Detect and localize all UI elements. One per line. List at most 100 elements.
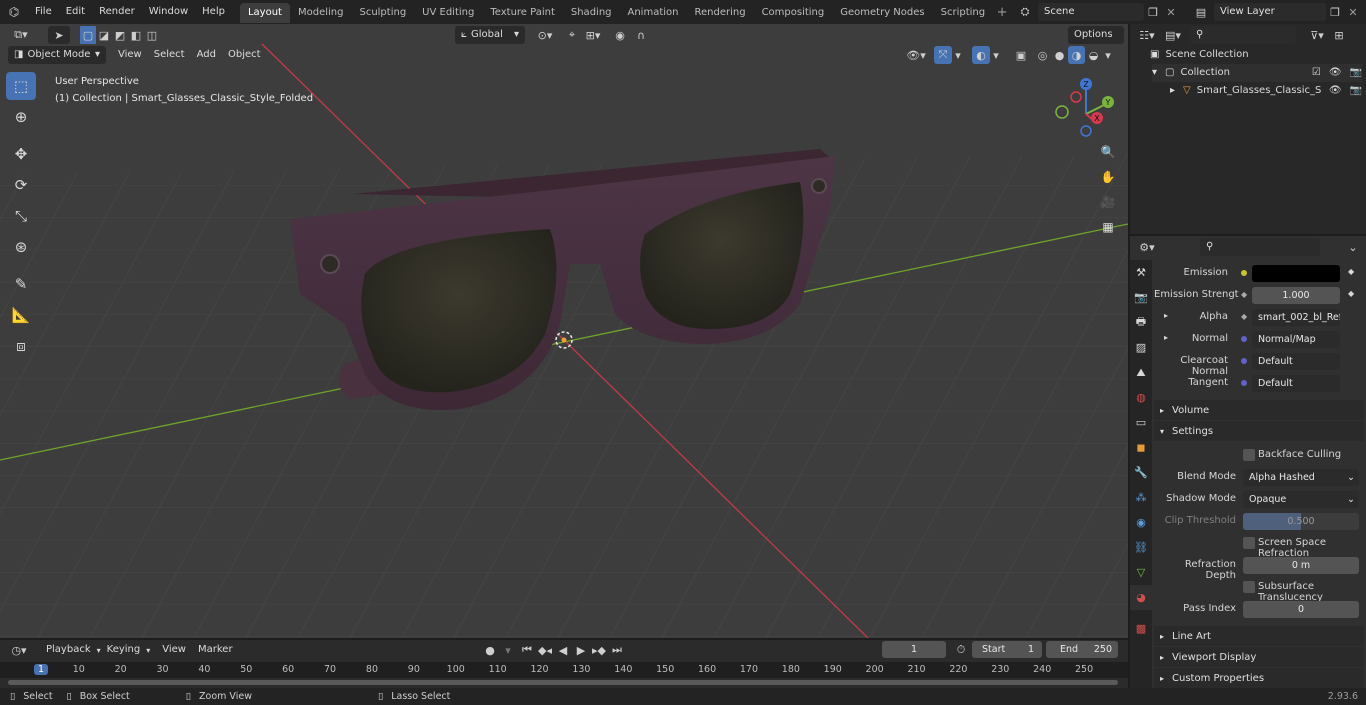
emission-strength-field[interactable]: 1.000 xyxy=(1252,287,1340,304)
subsurface-translucency-checkbox[interactable] xyxy=(1243,581,1255,593)
backface-culling-checkbox[interactable] xyxy=(1243,449,1255,461)
render-camera-icon[interactable]: 📷 xyxy=(1350,82,1362,100)
view-layer-tab-icon[interactable]: ▨ xyxy=(1130,335,1152,360)
menu-window[interactable]: Window xyxy=(142,0,195,24)
screen-space-refraction-checkbox[interactable] xyxy=(1243,537,1255,549)
cursor-tool-icon[interactable]: ⊕ xyxy=(6,103,36,131)
frame-ruler[interactable]: 1 10 20 30 40 50 60 70 80 90 100 110 120 130 140 150 160… xyxy=(0,662,1128,678)
mode-difference-icon[interactable]: ◧ xyxy=(128,26,144,44)
object-mode-dropdown[interactable]: ◨ Object Mode ▾ xyxy=(8,46,106,64)
constraints-tab-icon[interactable]: ⛓ xyxy=(1130,535,1152,560)
eye-icon[interactable]: 👁 xyxy=(1329,82,1342,100)
snap-target-icon[interactable]: ⊞▾ xyxy=(581,26,605,44)
overlay-toggle-icon[interactable]: ◐ xyxy=(972,46,990,64)
tab-geometry-nodes[interactable]: Geometry Nodes xyxy=(832,3,932,23)
solid-shading-icon[interactable]: ● xyxy=(1051,46,1068,64)
tool-tab-icon[interactable]: ⚒ xyxy=(1130,260,1152,285)
snap-icon[interactable]: ⌖ xyxy=(563,26,581,44)
outliner-search-input[interactable]: ⚲ xyxy=(1190,26,1296,44)
expand-chevron-icon[interactable]: ▾ xyxy=(1152,64,1157,82)
scene-copy-icon[interactable]: ❐ xyxy=(1144,3,1162,21)
settings-section-header[interactable]: ▾ Settings xyxy=(1154,421,1364,441)
tangent-field[interactable]: Default xyxy=(1252,375,1340,392)
wireframe-shading-icon[interactable]: ◎ xyxy=(1034,46,1051,64)
rendered-shading-icon[interactable]: ◒ xyxy=(1085,46,1102,64)
menu-help[interactable]: Help xyxy=(195,0,232,24)
custom-properties-section-header[interactable]: ▸ Custom Properties xyxy=(1154,668,1364,688)
emission-color-swatch[interactable] xyxy=(1252,265,1340,282)
outliner-row-object[interactable]: ▸ ▽ Smart_Glasses_Classic_S 👁 📷 xyxy=(1170,82,1362,100)
add-cube-tool-icon[interactable]: ⧈ xyxy=(6,332,36,360)
output-tab-icon[interactable]: 🖶 xyxy=(1130,310,1152,335)
material-shading-icon[interactable]: ◑ xyxy=(1068,46,1085,64)
scene-tab-icon[interactable]: ⛰ xyxy=(1130,360,1152,385)
viewport-menu-object[interactable]: Object xyxy=(222,46,267,64)
texture-tab-icon[interactable]: ▩ xyxy=(1130,616,1152,641)
volume-section-header[interactable]: ▸ Volume xyxy=(1154,400,1364,420)
scene-icon[interactable]: ⛭ xyxy=(1012,3,1038,21)
tab-scripting[interactable]: Scripting xyxy=(933,3,993,23)
scene-name-field[interactable]: Scene xyxy=(1038,3,1144,21)
transform-orientation-dropdown[interactable]: ⟀ Global ▾ xyxy=(455,26,525,44)
keyframe-dot-icon[interactable]: ◆ xyxy=(1348,289,1354,298)
normal-link-field[interactable]: Normal/Map xyxy=(1252,331,1340,348)
options-dropdown[interactable]: Options ▾ xyxy=(1068,26,1124,58)
view-layer-copy-icon[interactable]: ❐ xyxy=(1326,3,1344,21)
menu-file[interactable]: File xyxy=(28,0,59,24)
select-tool-icon[interactable]: ➤ xyxy=(48,26,70,44)
data-tab-icon[interactable]: ▽ xyxy=(1130,560,1152,585)
tab-shading[interactable]: Shading xyxy=(563,3,620,23)
exclude-checkbox-icon[interactable]: ☑ xyxy=(1312,64,1321,82)
gizmo-dropdown-icon[interactable]: ▾ xyxy=(952,46,964,64)
view-layer-icon[interactable]: ▤ xyxy=(1188,3,1214,21)
physics-tab-icon[interactable]: ◉ xyxy=(1130,510,1152,535)
viewport-menu-add[interactable]: Add xyxy=(191,46,222,64)
modifier-tab-icon[interactable]: 🔧 xyxy=(1130,460,1152,485)
timeline-menu-marker[interactable]: Marker xyxy=(192,641,239,659)
world-tab-icon[interactable]: ◍ xyxy=(1130,385,1152,410)
navigation-gizmo[interactable]: Z Y X xyxy=(1050,74,1122,140)
mode-new-icon[interactable]: ▢ xyxy=(80,26,96,44)
refraction-depth-field[interactable]: 0 m xyxy=(1243,557,1359,574)
expand-chevron-icon[interactable]: ▸ xyxy=(1164,311,1168,320)
shadow-mode-dropdown[interactable]: Opaque ⌄ xyxy=(1243,491,1359,508)
display-mode-icon[interactable]: ▤▾ xyxy=(1160,26,1186,44)
annotate-tool-icon[interactable]: ✎ xyxy=(6,270,36,298)
particles-tab-icon[interactable]: ⁂ xyxy=(1130,485,1152,510)
viewport-menu-select[interactable]: Select xyxy=(148,46,191,64)
rotate-tool-icon[interactable]: ⟳ xyxy=(6,171,36,199)
mode-intersect-icon[interactable]: ◫ xyxy=(144,26,160,44)
timeline-menu-view[interactable]: View xyxy=(156,641,192,659)
render-camera-icon[interactable]: 📷 xyxy=(1350,64,1362,82)
eye-icon[interactable]: 👁 xyxy=(1329,64,1342,82)
viewport-display-section-header[interactable]: ▸ Viewport Display xyxy=(1154,647,1364,667)
ortho-grid-icon[interactable]: ▦ xyxy=(1097,216,1119,238)
timeline-scrollbar[interactable] xyxy=(8,680,1118,685)
mode-extend-icon[interactable]: ◪ xyxy=(96,26,112,44)
clearcoat-normal-field[interactable]: Default xyxy=(1252,353,1340,370)
pass-index-field[interactable]: 0 xyxy=(1243,601,1359,618)
properties-search-input[interactable]: ⚲ xyxy=(1200,238,1320,256)
properties-options-icon[interactable]: ⌄ xyxy=(1344,238,1362,256)
new-collection-icon[interactable]: ⊞ xyxy=(1330,26,1348,44)
pan-hand-icon[interactable]: ✋ xyxy=(1097,166,1119,188)
alpha-link-field[interactable]: smart_002_bl_Refra... xyxy=(1252,309,1340,326)
jump-end-icon[interactable]: ⏭ xyxy=(608,641,626,659)
tab-compositing[interactable]: Compositing xyxy=(754,3,833,23)
tab-layout[interactable]: Layout xyxy=(239,3,290,23)
xray-icon[interactable]: ▣ xyxy=(1012,46,1030,64)
object-tab-icon[interactable]: ◼ xyxy=(1130,435,1152,460)
menu-edit[interactable]: Edit xyxy=(59,0,92,24)
current-frame-field[interactable]: 1 xyxy=(882,641,946,658)
add-workspace-icon[interactable]: + xyxy=(993,2,1011,22)
tab-modeling[interactable]: Modeling xyxy=(290,3,352,23)
menu-render[interactable]: Render xyxy=(92,0,142,24)
clip-threshold-slider[interactable]: 0.500 xyxy=(1243,513,1359,530)
material-tab-icon[interactable]: ◕ xyxy=(1130,585,1152,610)
outliner-editor-icon[interactable]: ☷▾ xyxy=(1134,26,1160,44)
measure-tool-icon[interactable]: 📐 xyxy=(6,301,36,329)
pivot-point-icon[interactable]: ⊙▾ xyxy=(531,26,559,44)
falloff-icon[interactable]: ∩ xyxy=(629,26,653,44)
tab-animation[interactable]: Animation xyxy=(620,3,687,23)
tab-rendering[interactable]: Rendering xyxy=(686,3,753,23)
